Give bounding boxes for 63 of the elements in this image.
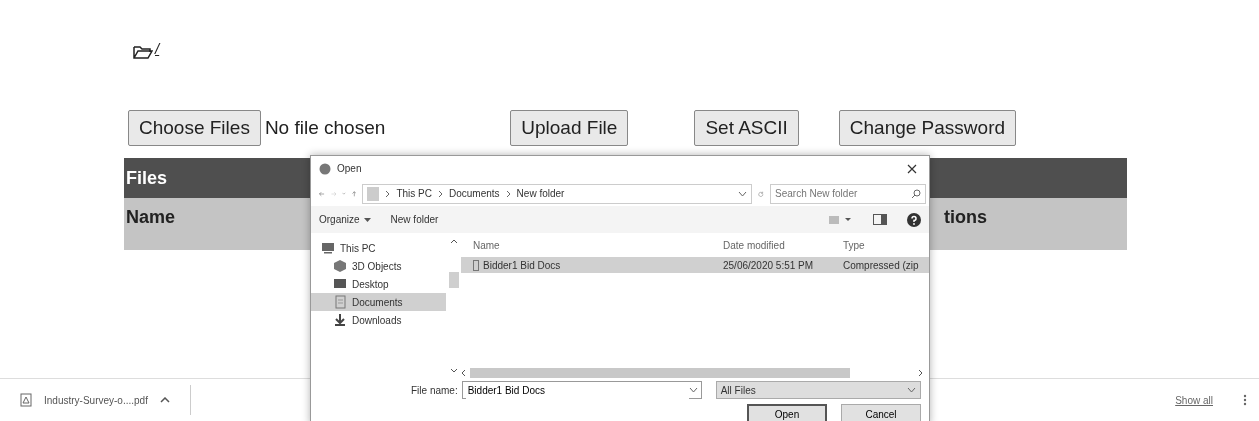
scrollbar-thumb[interactable]: [448, 272, 459, 288]
path-link[interactable]: /: [155, 37, 160, 60]
dialog-button[interactable]: Cancel: [841, 404, 921, 421]
more-icon[interactable]: [1243, 393, 1247, 407]
chevron-right-icon: [437, 188, 444, 199]
scroll-down-icon[interactable]: [449, 368, 458, 373]
scroll-left-icon[interactable]: [461, 369, 466, 377]
close-icon: [907, 163, 917, 174]
cube-icon: [333, 259, 347, 273]
file-row[interactable]: Bidder1 Bid Docs 25/06/2020 5:51 PM Compressed (zip: [461, 257, 929, 273]
view-options-icon[interactable]: [829, 214, 853, 225]
column-header[interactable]: Name: [473, 237, 723, 253]
download-arrow-icon: [333, 313, 347, 327]
choose-files-button[interactable]: Choose Files: [128, 109, 261, 147]
computer-icon: [321, 241, 335, 255]
nav-item[interactable]: 3D Objects: [311, 257, 446, 275]
column-header[interactable]: Type: [843, 237, 929, 253]
desktop-icon: [333, 277, 347, 291]
file-status-text: No file chosen: [264, 115, 386, 140]
chevron-right-icon: [384, 188, 392, 199]
scrollbar-thumb[interactable]: [470, 368, 850, 378]
search-icon: [911, 188, 921, 199]
caret-up-icon[interactable]: [159, 397, 170, 403]
caret-down-icon: [363, 217, 371, 222]
column-header: Name: [125, 206, 176, 229]
column-header: tions: [944, 206, 987, 229]
download-file-name[interactable]: Industry-Survey-o....pdf: [44, 392, 148, 408]
pdf-file-icon: [20, 393, 32, 407]
nav-item[interactable]: Desktop: [311, 275, 446, 293]
address-bar[interactable]: This PC Documents New folder: [362, 183, 753, 204]
breadcrumb-item[interactable]: This PC: [396, 186, 432, 201]
toolbar-button[interactable]: Organize: [319, 212, 371, 227]
action-button[interactable]: Set ASCII: [694, 109, 799, 147]
chevron-right-icon: [504, 188, 512, 199]
app-icon: [319, 162, 331, 175]
nav-item[interactable]: This PC: [311, 239, 446, 257]
table-title-text: Files: [126, 166, 168, 190]
scroll-right-icon[interactable]: [918, 369, 923, 377]
chevron-down-icon: [688, 387, 698, 393]
scroll-up-icon[interactable]: [449, 239, 458, 244]
nav-item[interactable]: Downloads: [311, 311, 446, 329]
action-button[interactable]: Upload File: [510, 109, 629, 147]
folder-icon: [133, 44, 153, 60]
file-type-dropdown[interactable]: All Files: [715, 381, 921, 399]
zip-file-icon: [473, 259, 479, 271]
action-button[interactable]: Change Password: [838, 109, 1017, 147]
help-icon[interactable]: [907, 212, 921, 227]
dialog-title: Open: [337, 162, 362, 176]
search-field[interactable]: Search New folder: [770, 183, 926, 204]
file-name-field[interactable]: Bidder1 Bid Docs: [461, 381, 702, 399]
toolbar-button[interactable]: New folder: [390, 212, 439, 227]
chevron-down-icon[interactable]: [738, 190, 748, 197]
dialog-button[interactable]: Open: [747, 404, 827, 421]
show-all-link[interactable]: Show all: [1175, 392, 1213, 408]
breadcrumb-item[interactable]: Documents: [449, 186, 500, 201]
document-icon: [333, 295, 347, 309]
location-icon: [367, 186, 380, 201]
chevron-down-icon: [907, 387, 916, 393]
column-header[interactable]: Date modified: [723, 237, 843, 253]
preview-pane-icon[interactable]: [873, 214, 887, 225]
nav-item[interactable]: Documents: [311, 293, 446, 311]
file-name-label: File name:: [411, 383, 458, 398]
breadcrumb-item[interactable]: New folder: [516, 186, 565, 201]
